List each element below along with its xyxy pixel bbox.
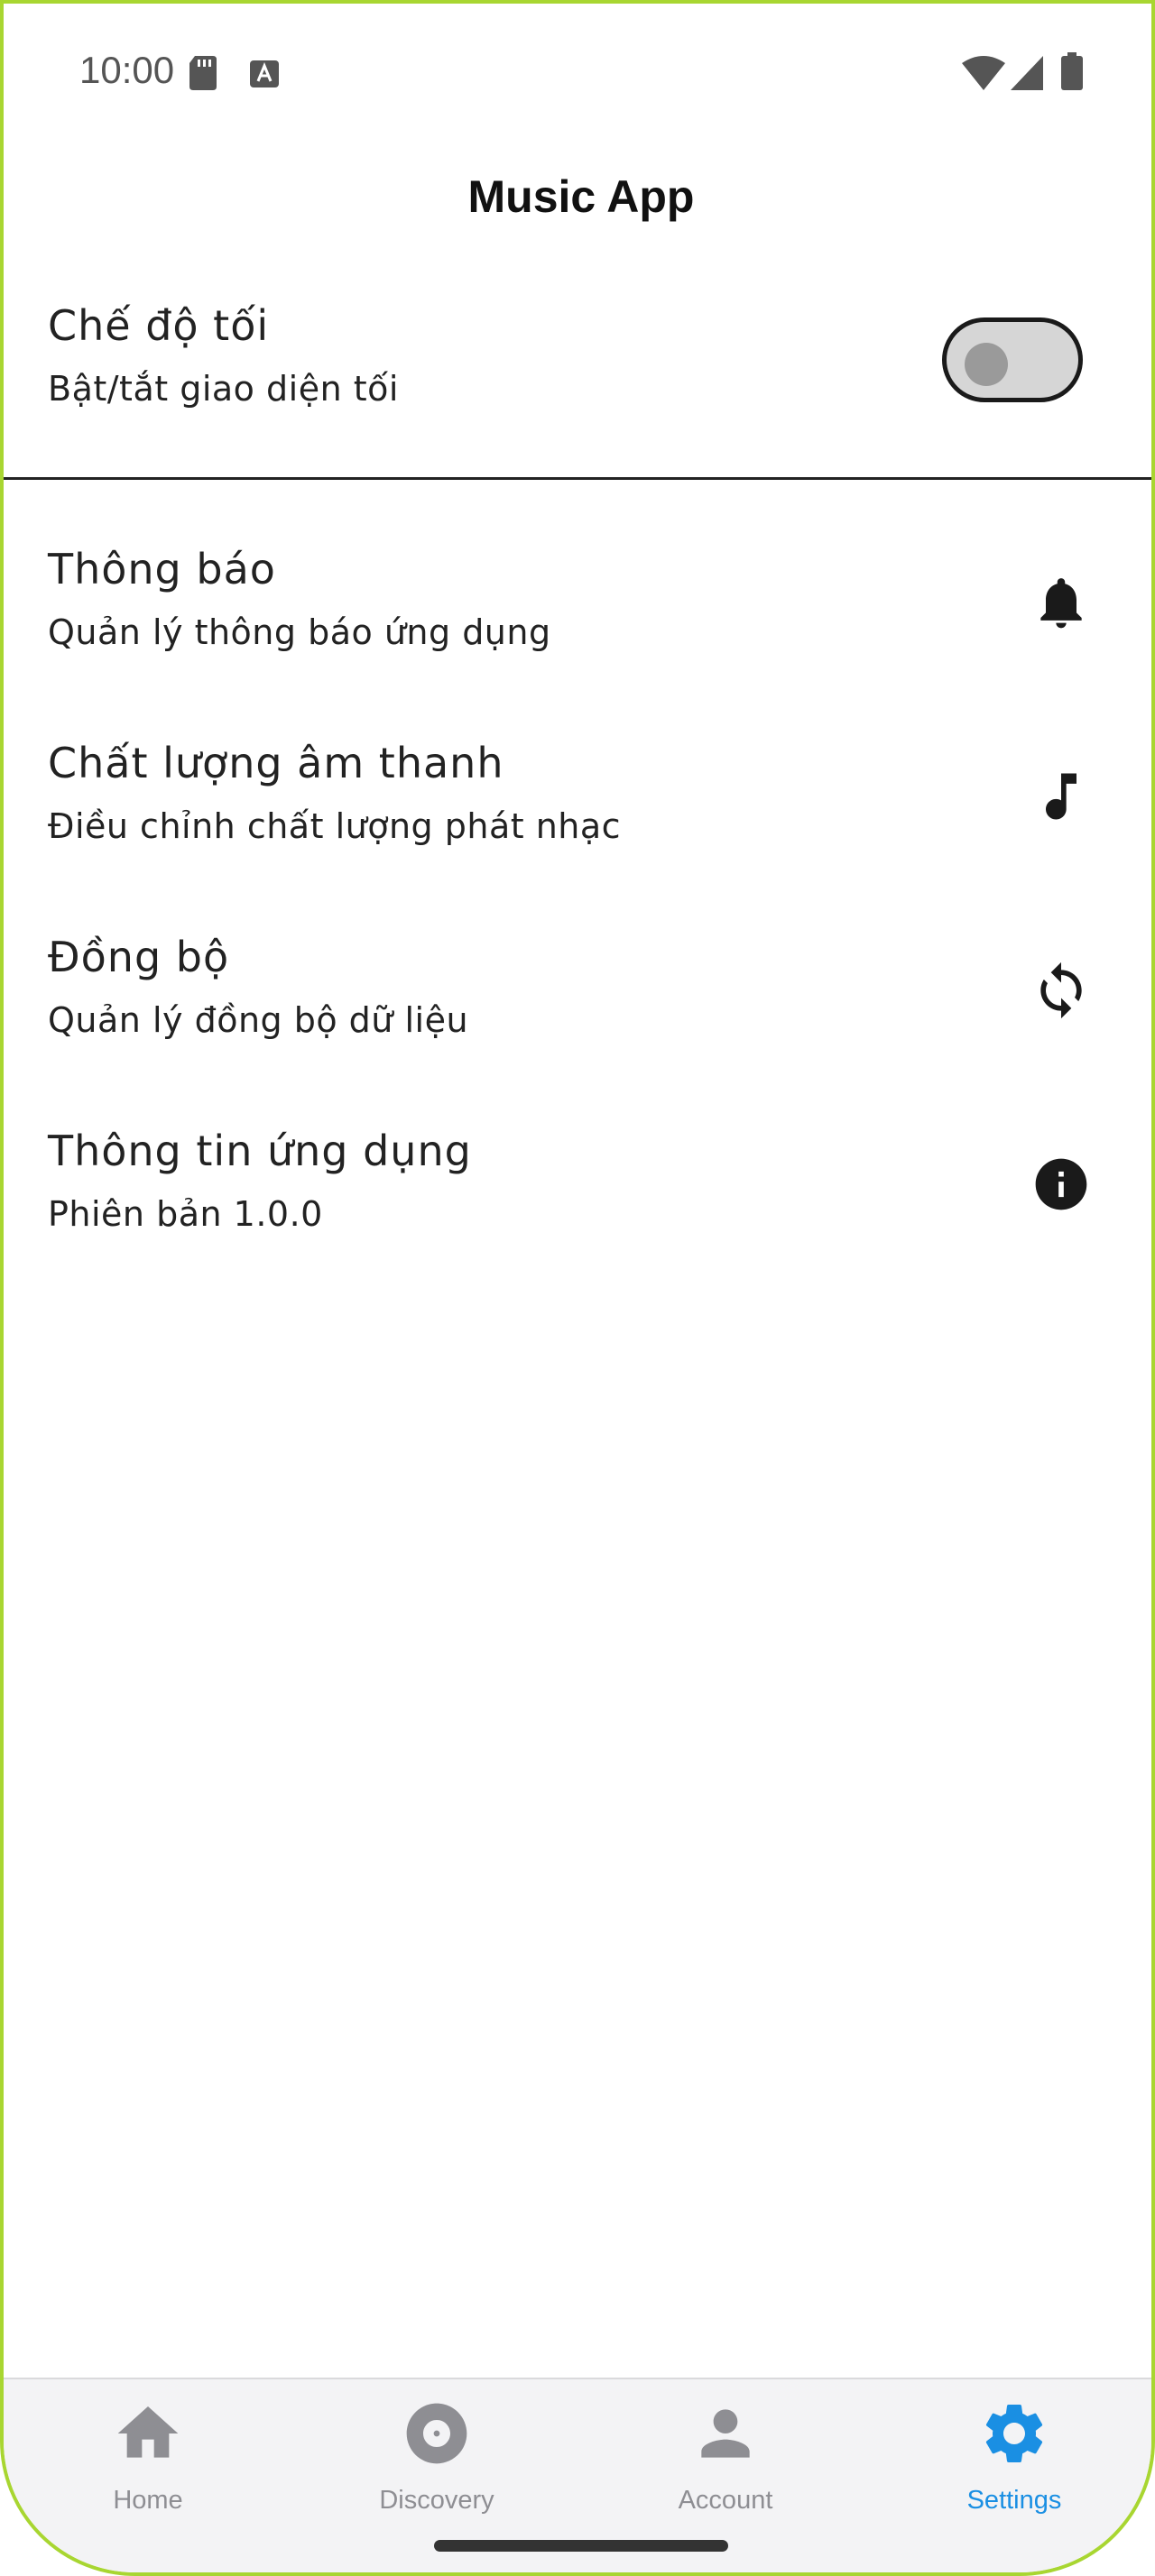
disc-icon — [406, 2403, 467, 2464]
sync-icon — [1040, 961, 1082, 1019]
gear-icon — [985, 2405, 1043, 2462]
settings-item-subtitle: Quản lý đồng bộ dữ liệu — [48, 1000, 469, 1040]
status-time: 10:00 — [79, 49, 175, 91]
dark-mode-toggle[interactable] — [942, 317, 1083, 402]
settings-item-title: Thông tin ứng dụng — [48, 1127, 472, 1175]
settings-item-sync[interactable]: Đồng bộ Quản lý đồng bộ dữ liệu — [4, 919, 1151, 1099]
nav-label-discovery: Discovery — [379, 2486, 494, 2515]
settings-item-app-info[interactable]: Thông tin ứng dụng Phiên bản 1.0.0 — [4, 1113, 1151, 1293]
nav-label-settings: Settings — [966, 2486, 1062, 2515]
info-icon — [1035, 1158, 1087, 1210]
settings-item-title: Đồng bộ — [48, 933, 230, 981]
settings-item-notifications[interactable]: Thông báo Quản lý thông báo ứng dụng — [4, 531, 1151, 712]
sd-card-icon — [189, 56, 217, 90]
nav-item-home[interactable]: Home — [4, 2379, 292, 2572]
settings-item-subtitle: Phiên bản 1.0.0 — [48, 1194, 323, 1234]
settings-item-audio-quality[interactable]: Chất lượng âm thanh Điều chỉnh chất lượn… — [4, 725, 1151, 906]
status-bar: 10:00 — [4, 4, 1151, 139]
bell-icon — [1040, 578, 1082, 629]
nav-label-home: Home — [113, 2486, 183, 2515]
nav-label-account: Account — [678, 2486, 773, 2515]
page-title: Music App — [467, 171, 695, 222]
device-frame: 10:00 Music App Chế độ tối Bật/tắt giao … — [0, 0, 1155, 2576]
settings-item-title: Chất lượng âm thanh — [48, 739, 504, 787]
toggle-knob — [965, 343, 1008, 386]
settings-item-subtitle: Điều chỉnh chất lượng phát nhạc — [48, 806, 622, 846]
signal-icon — [1011, 56, 1043, 90]
music-note-icon — [1046, 773, 1076, 820]
settings-item-subtitle: Quản lý thông báo ứng dụng — [48, 612, 551, 652]
home-indicator[interactable] — [434, 2540, 728, 2552]
dark-mode-title: Chế độ tối — [48, 301, 270, 350]
wifi-icon — [962, 56, 1005, 90]
person-icon — [701, 2409, 750, 2458]
nav-item-settings[interactable]: Settings — [870, 2379, 1151, 2572]
battery-icon — [1061, 52, 1083, 90]
settings-item-title: Thông báo — [48, 545, 276, 593]
home-icon — [117, 2406, 179, 2458]
dark-mode-subtitle: Bật/tắt giao diện tối — [48, 369, 399, 409]
keyboard-a-icon — [250, 60, 279, 87]
divider — [4, 477, 1151, 480]
